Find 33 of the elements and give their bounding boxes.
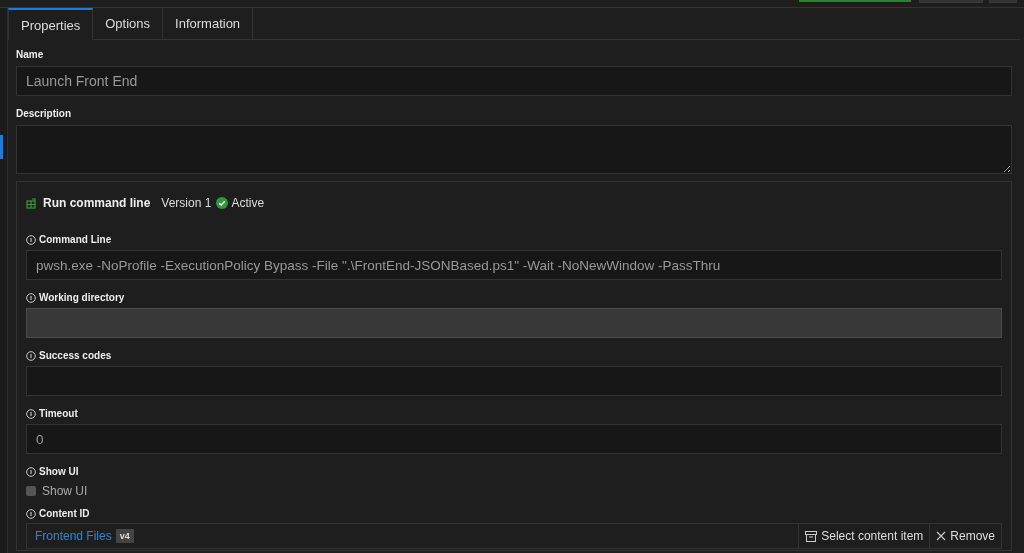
content-link[interactable]: Frontend Files [35,529,112,543]
status-label: Active [231,196,265,210]
input-field[interactable]: 0 [26,424,1002,454]
step-title: Run command line [43,196,151,210]
field-label: Working directory [39,292,125,303]
step-icon [26,197,37,209]
name-field[interactable]: Launch Front End [16,66,1012,96]
info-icon [26,408,36,419]
select-content-button[interactable]: Select content item [798,524,930,548]
info-icon [26,508,36,519]
field-label: Show UI [39,466,79,477]
checkbox-label: Show UI [42,484,88,498]
field-label: Name [16,49,44,60]
input-field[interactable]: pwsh.exe -NoProfile -ExecutionPolicy Bypass -File ".\FrontEnd-JSONBased.ps1" -Wait -NoNewWindow -PassThru [26,250,1002,280]
input-field[interactable] [26,366,1002,396]
field-label: Description [16,108,71,119]
version-badge: v4 [115,529,134,543]
info-icon [26,292,36,303]
archive-box-icon [805,530,818,542]
version-label: Version 1 [161,196,212,210]
field-label: Timeout [39,408,78,419]
active-indicator [0,135,3,159]
field-label: Success codes [39,350,112,361]
info-icon [26,350,36,361]
field-label: Command Line [39,234,112,245]
close-icon [936,531,947,541]
description-field[interactable] [16,125,1012,174]
remove-button[interactable]: Remove [929,524,1001,548]
info-icon [26,234,36,245]
checkbox[interactable] [26,486,36,496]
field-label: Content ID [39,508,90,519]
tab[interactable]: Properties [8,8,94,40]
info-icon [26,466,36,477]
